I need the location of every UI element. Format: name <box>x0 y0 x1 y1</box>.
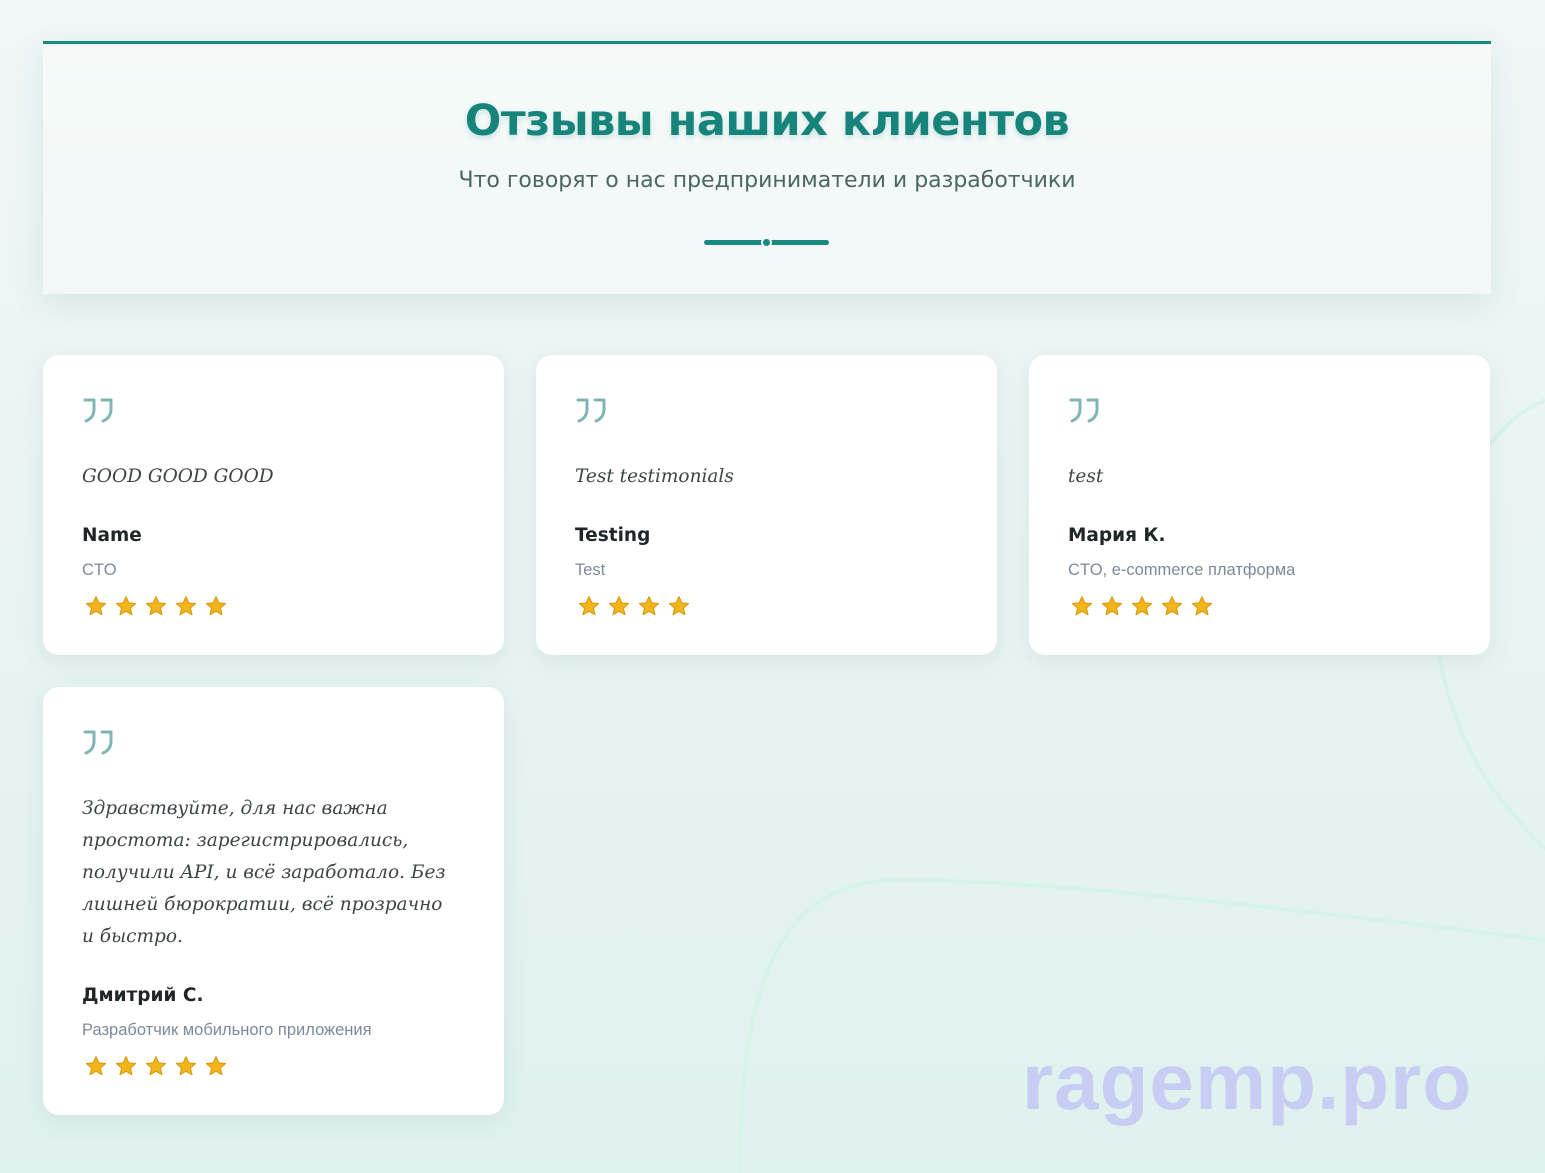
star-icon <box>1071 596 1093 616</box>
star-icon <box>1101 596 1123 616</box>
testimonial-text: test <box>1068 466 1104 487</box>
star-icon <box>1191 596 1213 616</box>
quote-icon <box>83 398 113 423</box>
star-icon <box>85 596 107 616</box>
testimonial-role: Test <box>575 561 606 579</box>
page-title: Отзывы наших клиентов <box>464 96 1070 146</box>
rating-stars <box>578 595 690 617</box>
star-icon <box>175 1056 197 1076</box>
testimonial-role: CTO <box>82 561 117 579</box>
star-icon <box>608 596 630 616</box>
star-icon <box>1161 596 1183 616</box>
star-icon <box>668 596 690 616</box>
quote-icon <box>576 398 606 423</box>
testimonials-header: Отзывы наших клиентов Что говорят о нас … <box>43 41 1491 294</box>
quote-icon <box>83 730 113 755</box>
star-icon <box>578 596 600 616</box>
rating-stars <box>1071 595 1213 617</box>
testimonial-role: Разработчик мобильного приложения <box>82 1021 372 1039</box>
testimonial-author: Мария К. <box>1068 525 1166 546</box>
watermark: ragemp.pro <box>1022 1037 1473 1126</box>
testimonial-author: Testing <box>575 525 651 546</box>
star-icon <box>145 1056 167 1076</box>
rating-stars <box>85 1055 227 1077</box>
star-icon <box>175 596 197 616</box>
testimonial-text: Test testimonials <box>575 466 734 487</box>
star-icon <box>1131 596 1153 616</box>
testimonial-author: Дмитрий С. <box>82 985 204 1006</box>
testimonial-card: Здравствуйте, для нас важна простота: за… <box>43 687 504 1115</box>
rating-stars <box>85 595 227 617</box>
testimonial-card: Test testimonials Testing Test <box>536 355 997 655</box>
star-icon <box>145 596 167 616</box>
star-icon <box>85 1056 107 1076</box>
testimonial-card: test Мария К. CTO, e-commerce платформа <box>1029 355 1490 655</box>
page-subtitle: Что говорят о нас предприниматели и разр… <box>458 168 1076 193</box>
star-icon <box>115 1056 137 1076</box>
quote-icon <box>1069 398 1099 423</box>
testimonial-text: GOOD GOOD GOOD <box>82 466 274 487</box>
testimonial-card: GOOD GOOD GOOD Name CTO <box>43 355 504 655</box>
divider-dot <box>761 237 772 248</box>
testimonial-text: Здравствуйте, для нас важна простота: за… <box>82 798 446 947</box>
title-divider <box>704 237 829 248</box>
star-icon <box>205 1056 227 1076</box>
star-icon <box>638 596 660 616</box>
testimonial-role: CTO, e-commerce платформа <box>1068 561 1296 579</box>
star-icon <box>205 596 227 616</box>
star-icon <box>115 596 137 616</box>
testimonial-author: Name <box>82 525 142 546</box>
